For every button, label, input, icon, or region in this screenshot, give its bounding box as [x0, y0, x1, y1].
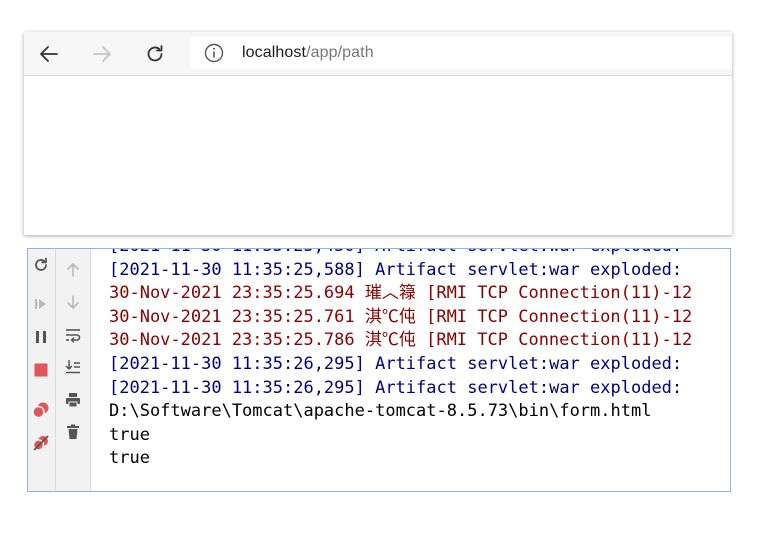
- console-line: true: [109, 424, 150, 445]
- soft-wrap-icon: [66, 329, 81, 343]
- pause-icon: [36, 331, 46, 343]
- scroll-up-icon: [67, 263, 79, 277]
- stop-icon: [34, 363, 48, 377]
- back-icon: [40, 46, 58, 62]
- scroll-down-button[interactable]: [63, 292, 83, 312]
- console-line: [2021-11-30 11:35:26,295] Artifact servl…: [109, 377, 683, 398]
- soft-wrap-button[interactable]: [63, 325, 83, 345]
- reload-icon: [147, 45, 163, 62]
- view-breakpoints-button[interactable]: [31, 400, 51, 420]
- console-output[interactable]: [2021-11-30 11:35:25,430] Artifact servl…: [109, 249, 730, 491]
- console-line: D:\Software\Tomcat\apache-tomcat-8.5.73\…: [109, 401, 652, 422]
- console-line: true: [109, 448, 150, 469]
- console-line: [2021-11-30 11:35:25,588] Artifact servl…: [109, 259, 683, 280]
- console-line: [2021-11-30 11:35:25,430] Artifact servl…: [109, 249, 730, 259]
- page-content: [24, 76, 732, 235]
- console-line: [2021-11-30 11:35:26,295] Artifact servl…: [109, 353, 683, 374]
- rerun-button[interactable]: [31, 255, 51, 275]
- clear-icon: [67, 424, 79, 439]
- mute-breakpoints-button[interactable]: [31, 433, 51, 453]
- browser-window: localhost/app/path: [24, 32, 732, 235]
- mute-breakpoints-icon: [32, 435, 49, 451]
- url-path: /app/path: [306, 44, 374, 61]
- console-line: 30-Nov-2021 23:35:25.786 淇℃伅 [RMI TCP Co…: [109, 330, 693, 351]
- scroll-to-end-button[interactable]: [63, 357, 83, 377]
- breakpoints-icon: [32, 402, 49, 419]
- print-button[interactable]: [63, 390, 83, 410]
- address-bar[interactable]: localhost/app/path: [190, 37, 732, 69]
- forward-button[interactable]: [88, 40, 116, 68]
- print-icon: [66, 393, 80, 408]
- pause-button[interactable]: [31, 327, 51, 347]
- stop-button[interactable]: [31, 360, 51, 380]
- rerun-icon: [35, 257, 47, 271]
- scroll-to-end-icon: [65, 360, 80, 374]
- scroll-up-button[interactable]: [63, 260, 83, 280]
- url-host: localhost: [242, 44, 307, 61]
- forward-icon: [93, 46, 111, 62]
- back-button[interactable]: [35, 40, 63, 68]
- run-console: [2021-11-30 11:35:25,430] Artifact servl…: [27, 248, 731, 492]
- resume-icon: [35, 299, 46, 309]
- url-text[interactable]: localhost/app/path: [242, 44, 374, 62]
- info-icon[interactable]: [204, 43, 224, 63]
- console-right-toolbar: [56, 249, 91, 491]
- console-line: 30-Nov-2021 23:35:25.761 淇℃伅 [RMI TCP Co…: [109, 306, 693, 327]
- browser-toolbar: localhost/app/path: [24, 32, 732, 76]
- reload-button[interactable]: [141, 40, 169, 68]
- console-left-toolbar: [28, 249, 56, 491]
- scroll-down-icon: [67, 295, 79, 309]
- clear-all-button[interactable]: [63, 422, 83, 442]
- resume-button[interactable]: [31, 294, 51, 314]
- console-line: 30-Nov-2021 23:35:25.694 璀︿簶 [RMI TCP Co…: [109, 283, 693, 304]
